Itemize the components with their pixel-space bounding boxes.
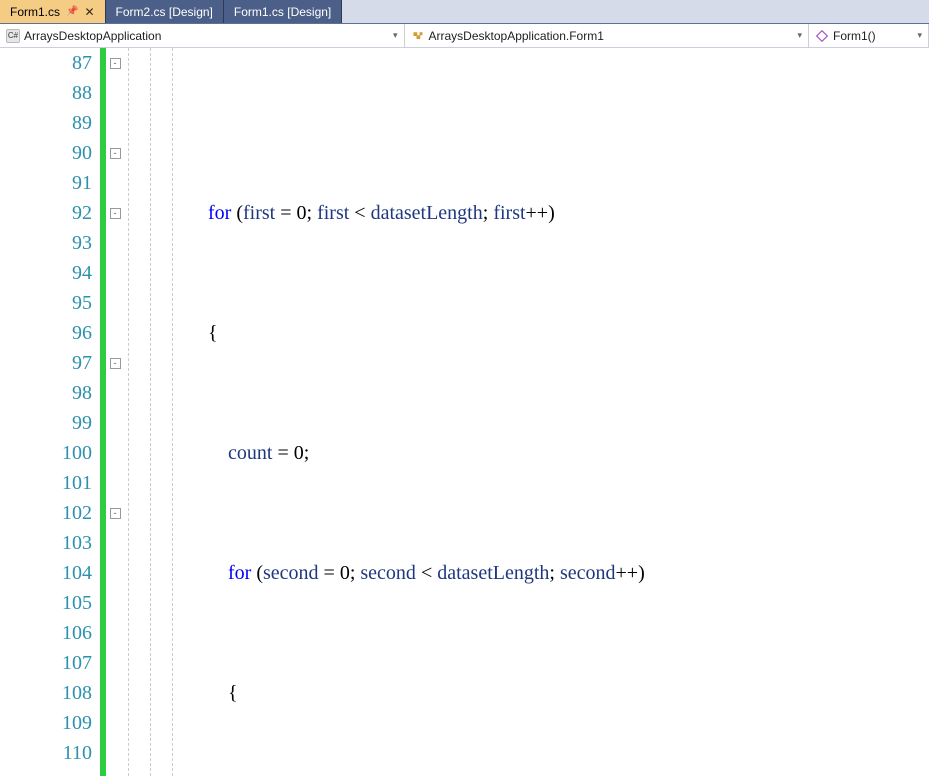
line-number: 104 xyxy=(0,558,92,588)
fold-row xyxy=(106,558,124,588)
fold-row: - xyxy=(106,498,124,528)
fold-row xyxy=(106,78,124,108)
line-number: 88 xyxy=(0,78,92,108)
fold-row: - xyxy=(106,48,124,78)
code-line[interactable]: for (second = 0; second < datasetLength;… xyxy=(128,558,929,588)
csharp-icon: C# xyxy=(6,29,20,43)
chevron-down-icon: ▾ xyxy=(393,30,398,41)
tab-form1-design[interactable]: Form1.cs [Design] xyxy=(224,0,342,23)
fold-row xyxy=(106,468,124,498)
fold-row xyxy=(106,408,124,438)
line-number: 106 xyxy=(0,618,92,648)
fold-row: - xyxy=(106,138,124,168)
line-number: 109 xyxy=(0,708,92,738)
fold-row: - xyxy=(106,348,124,378)
type-label: ArraysDesktopApplication.Form1 xyxy=(429,29,604,43)
line-number: 89 xyxy=(0,108,92,138)
fold-row xyxy=(106,108,124,138)
fold-row xyxy=(106,588,124,618)
line-number: 90 xyxy=(0,138,92,168)
fold-row xyxy=(106,228,124,258)
fold-row: - xyxy=(106,198,124,228)
method-icon xyxy=(815,29,829,43)
fold-toggle[interactable]: - xyxy=(110,58,121,69)
class-icon xyxy=(411,29,425,43)
code-area[interactable]: for (first = 0; first < datasetLength; f… xyxy=(124,48,929,776)
line-number: 91 xyxy=(0,168,92,198)
line-number: 96 xyxy=(0,318,92,348)
scope-label: ArraysDesktopApplication xyxy=(24,29,161,43)
code-line[interactable]: { xyxy=(128,318,929,348)
fold-row xyxy=(106,288,124,318)
chevron-down-icon: ▾ xyxy=(917,30,922,41)
line-number: 95 xyxy=(0,288,92,318)
fold-row xyxy=(106,438,124,468)
line-number: 87 xyxy=(0,48,92,78)
member-dropdown[interactable]: Form1() ▾ xyxy=(809,24,929,47)
fold-toggle[interactable]: - xyxy=(110,148,121,159)
line-number: 94 xyxy=(0,258,92,288)
member-label: Form1() xyxy=(833,29,876,43)
tab-label: Form1.cs [Design] xyxy=(234,5,331,19)
fold-row xyxy=(106,168,124,198)
fold-toggle[interactable]: - xyxy=(110,358,121,369)
fold-row xyxy=(106,378,124,408)
line-number: 105 xyxy=(0,588,92,618)
line-number: 107 xyxy=(0,648,92,678)
line-number: 101 xyxy=(0,468,92,498)
fold-row xyxy=(106,618,124,648)
code-line[interactable]: for (first = 0; first < datasetLength; f… xyxy=(128,198,929,228)
line-number: 102 xyxy=(0,498,92,528)
fold-row xyxy=(106,708,124,738)
fold-row xyxy=(106,528,124,558)
line-number: 92 xyxy=(0,198,92,228)
fold-row xyxy=(106,318,124,348)
tab-form1-cs[interactable]: Form1.cs 📌 ✕ xyxy=(0,0,106,23)
code-line[interactable]: { xyxy=(128,678,929,708)
fold-row xyxy=(106,738,124,768)
fold-row xyxy=(106,648,124,678)
line-number: 110 xyxy=(0,738,92,768)
fold-row xyxy=(106,258,124,288)
tab-form2-design[interactable]: Form2.cs [Design] xyxy=(106,0,224,23)
navigation-bar: C# ArraysDesktopApplication ▾ ArraysDesk… xyxy=(0,24,929,48)
code-editor[interactable]: 8788899091929394959697989910010110210310… xyxy=(0,48,929,776)
fold-toggle[interactable]: - xyxy=(110,508,121,519)
line-number: 97 xyxy=(0,348,92,378)
fold-column: - - - - - xyxy=(106,48,124,776)
pin-icon[interactable]: 📌 xyxy=(66,6,78,17)
tab-label: Form2.cs [Design] xyxy=(116,5,213,19)
line-number: 99 xyxy=(0,408,92,438)
line-number: 108 xyxy=(0,678,92,708)
fold-toggle[interactable]: - xyxy=(110,208,121,219)
indent-guides xyxy=(124,48,154,776)
line-number: 98 xyxy=(0,378,92,408)
line-number-gutter: 8788899091929394959697989910010110210310… xyxy=(0,48,100,776)
code-line[interactable]: count = 0; xyxy=(128,438,929,468)
tab-label: Form1.cs xyxy=(10,5,60,19)
line-number: 103 xyxy=(0,528,92,558)
line-number: 93 xyxy=(0,228,92,258)
line-number: 100 xyxy=(0,438,92,468)
close-icon[interactable]: ✕ xyxy=(84,5,94,19)
tab-bar: Form1.cs 📌 ✕ Form2.cs [Design] Form1.cs … xyxy=(0,0,929,24)
scope-dropdown[interactable]: C# ArraysDesktopApplication ▾ xyxy=(0,24,405,47)
type-dropdown[interactable]: ArraysDesktopApplication.Form1 ▾ xyxy=(405,24,810,47)
fold-row xyxy=(106,678,124,708)
chevron-down-icon: ▾ xyxy=(797,30,802,41)
